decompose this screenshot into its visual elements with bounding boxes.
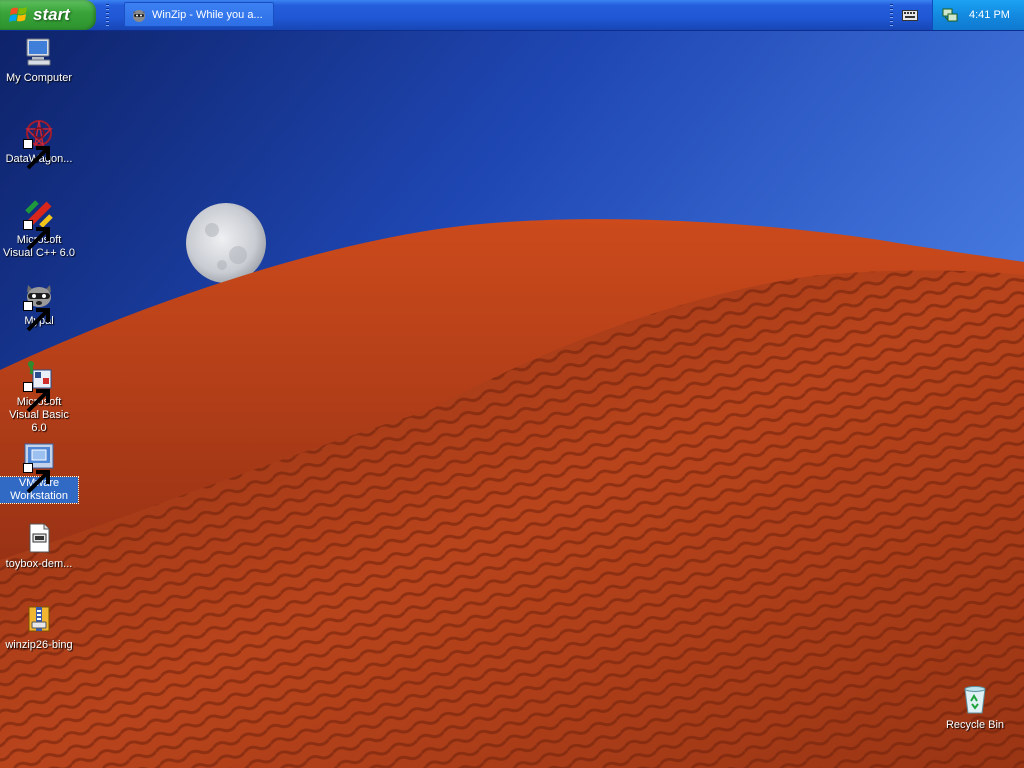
shortcut-arrow-icon: [23, 382, 50, 413]
icon-label: Recycle Bin: [945, 719, 1005, 731]
toolbar-grip[interactable]: [106, 4, 109, 26]
mypal-raccoon-icon: [133, 9, 145, 22]
desktop-icon-my-computer[interactable]: My Computer: [0, 36, 78, 85]
toybox-document-icon: [23, 522, 55, 554]
start-button[interactable]: start: [0, 0, 96, 30]
my-computer-icon: [23, 36, 55, 68]
desktop-icon-recycle-bin[interactable]: Recycle Bin: [936, 683, 1014, 732]
icon-label: My Computer: [5, 72, 73, 84]
desktop-icon-visual-basic[interactable]: Microsoft Visual Basic 6.0: [0, 360, 78, 435]
shortcut-arrow-icon: [23, 220, 50, 251]
recycle-bin-icon: [959, 683, 991, 715]
shortcut-arrow-icon: [23, 463, 50, 494]
start-label: start: [33, 5, 70, 24]
icon-label: winzip26-bing: [5, 639, 73, 651]
task-title: WinZip - While you a...: [152, 8, 263, 21]
desktop-icon-vmware[interactable]: VMware Workstation: [0, 441, 79, 504]
shortcut-arrow-icon: [23, 139, 50, 170]
visual-cpp-icon: [23, 198, 55, 251]
shortcut-arrow-icon: [23, 301, 50, 332]
clock[interactable]: 4:41 PM: [969, 9, 1010, 21]
visual-basic-icon: [23, 360, 55, 413]
mypal-raccoon-icon: [23, 279, 55, 332]
desktop-icon-datawagon[interactable]: DataWagon...: [0, 117, 78, 170]
network-icon[interactable]: [942, 7, 958, 23]
keyboard-icon[interactable]: [902, 8, 918, 22]
winzip-installer-icon: [23, 603, 55, 635]
toolbar-grip[interactable]: [890, 4, 893, 26]
vmware-icon: [23, 441, 55, 494]
icon-label: toybox-dem...: [5, 558, 73, 570]
taskbar: start WinZip - While you a... 4:41 PM: [0, 0, 1024, 31]
taskbar-task-winzip[interactable]: WinZip - While you a...: [124, 2, 274, 27]
desktop-wallpaper: [0, 0, 1024, 768]
desktop-icon-winzip-installer[interactable]: winzip26-bing: [0, 603, 78, 652]
desktop-icon-toybox[interactable]: toybox-dem...: [0, 522, 78, 571]
windows-logo-icon: [9, 7, 27, 22]
desktop-icon-mypal[interactable]: Mypal: [0, 279, 78, 332]
system-tray: 4:41 PM: [932, 0, 1024, 30]
desktop-icon-visual-cpp[interactable]: Microsoft Visual C++ 6.0: [0, 198, 78, 260]
datawagon-icon: [23, 117, 55, 170]
